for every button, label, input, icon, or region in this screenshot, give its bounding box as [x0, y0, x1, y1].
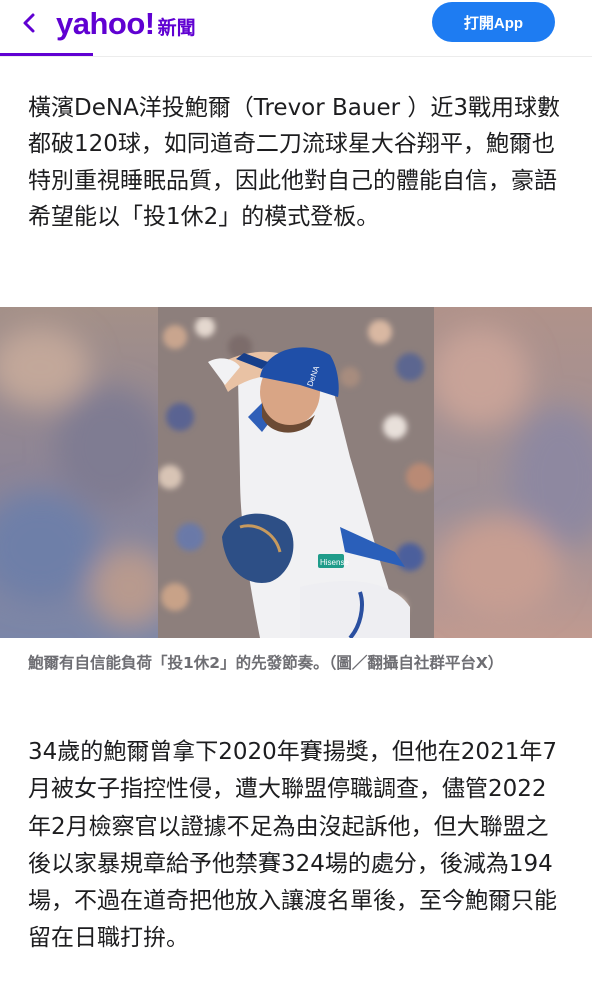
top-bar: yahoo! 新聞 打開App [0, 0, 592, 57]
progress-accent-bar [0, 53, 93, 56]
logo-text: yahoo! [56, 6, 155, 41]
section-label: 新聞 [157, 17, 196, 39]
yahoo-news-logo[interactable]: yahoo! 新聞 [56, 6, 196, 42]
article-paragraph-2: 34歲的鮑爾曾拿下2020年賽揚獎，但他在2021年7月被女子指控性侵，遭大聯盟… [28, 739, 557, 952]
sleeve-patch-text: Hisense [320, 558, 349, 567]
open-app-button[interactable]: 打開App [432, 2, 555, 42]
photo-caption: 鮑爾有自信能負荷「投1休2」的先發節奏。（圖／翻攝自社群平台X） [28, 654, 504, 672]
article-photo[interactable]: Hisense DeNA [0, 307, 592, 638]
pitcher-photo: Hisense DeNA [158, 307, 434, 638]
blurred-background-left [0, 307, 170, 638]
blurred-background-right [430, 307, 592, 638]
article-paragraph-1: 橫濱DeNA洋投鮑爾（Trevor Bauer ）近3戰用球數都破120球，如同… [28, 95, 561, 230]
chevron-left-icon[interactable] [18, 11, 42, 35]
